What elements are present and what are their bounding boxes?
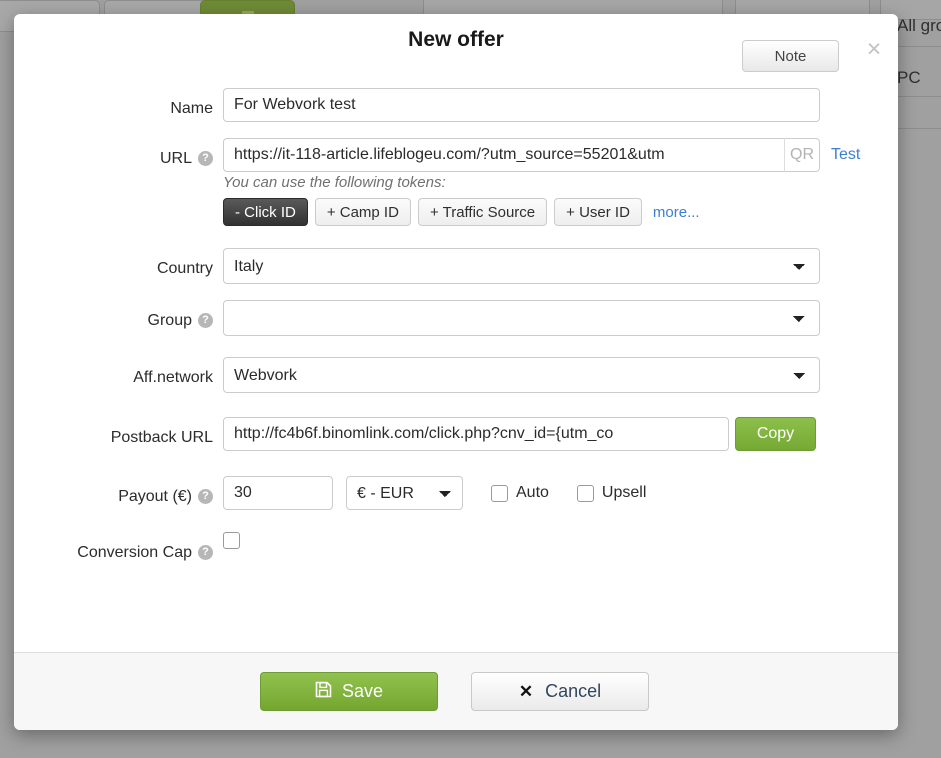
token-button-camp-id[interactable]: + Camp ID — [314, 198, 411, 226]
label-group: Group ? — [14, 300, 223, 334]
form-row-payout: Payout (€) ? € - EUR Auto Upsell — [14, 476, 898, 510]
postback-input-group: Copy — [223, 417, 816, 451]
tokens-hint: You can use the following tokens: — [223, 174, 446, 191]
qr-button[interactable]: QR — [784, 138, 820, 172]
copy-button[interactable]: Copy — [735, 417, 816, 451]
label-conversion-cap-text: Conversion Cap — [77, 543, 192, 561]
token-button-click-id[interactable]: - Click ID — [223, 198, 308, 226]
token-button-traffic-source[interactable]: + Traffic Source — [417, 198, 548, 226]
upsell-checkbox-group[interactable]: Upsell — [576, 484, 647, 502]
label-payout: Payout (€) ? — [14, 476, 223, 510]
floppy-disk-icon — [315, 681, 332, 703]
auto-label: Auto — [516, 484, 549, 501]
name-input[interactable] — [223, 88, 820, 122]
label-postback-url: Postback URL — [110, 428, 213, 446]
label-group-text: Group — [147, 311, 192, 329]
url-input[interactable] — [223, 138, 784, 172]
group-help-icon[interactable]: ? — [198, 313, 213, 328]
token-button-row: - Click ID + Camp ID + Traffic Source + … — [223, 198, 700, 226]
label-conversion-cap: Conversion Cap ? — [14, 532, 223, 566]
group-select[interactable] — [223, 300, 820, 336]
auto-checkbox-group[interactable]: Auto — [491, 484, 549, 502]
country-select[interactable]: Italy — [223, 248, 820, 284]
form-row-country: Country Italy — [14, 248, 898, 284]
note-button[interactable]: Note — [742, 40, 839, 72]
upsell-checkbox[interactable] — [576, 484, 594, 502]
url-input-group: QR — [223, 138, 820, 172]
token-button-user-id[interactable]: + User ID — [554, 198, 642, 226]
form-row-group: Group ? — [14, 300, 898, 336]
cancel-button-label: Cancel — [545, 681, 602, 701]
payout-help-icon[interactable]: ? — [198, 489, 213, 504]
currency-select[interactable]: € - EUR — [346, 476, 463, 510]
background-label-groups: All gro — [897, 16, 941, 35]
conversion-cap-checkbox[interactable] — [223, 532, 240, 549]
modal-header: New offer Note × — [14, 14, 898, 76]
aff-network-select[interactable]: Webvork — [223, 357, 820, 393]
cancel-button[interactable]: ✕ Cancel — [471, 672, 649, 711]
form-row-name: Name — [14, 88, 898, 122]
label-url: URL ? — [14, 138, 223, 172]
new-offer-modal: New offer Note × Name URL ? QR — [14, 14, 898, 730]
modal-footer: Save ✕ Cancel — [14, 652, 898, 730]
form-row-postback-url: Postback URL Copy — [14, 417, 898, 451]
postback-url-input[interactable] — [223, 417, 729, 451]
label-name: Name — [170, 99, 213, 117]
label-aff-network: Aff.network — [133, 368, 213, 386]
form-row-conversion-cap: Conversion Cap ? — [14, 532, 898, 566]
more-tokens-link[interactable]: more... — [653, 204, 700, 221]
label-payout-text: Payout (€) — [118, 487, 192, 505]
x-icon: ✕ — [518, 681, 534, 701]
close-icon[interactable]: × — [861, 36, 887, 62]
upsell-label: Upsell — [601, 484, 647, 501]
label-country: Country — [156, 259, 213, 277]
payout-input[interactable] — [223, 476, 333, 510]
conversion-cap-help-icon[interactable]: ? — [198, 545, 213, 560]
form-row-url: URL ? QR Test You can use the following … — [14, 138, 898, 226]
test-link[interactable]: Test — [831, 146, 860, 164]
modal-body: Name URL ? QR Test You can use the follo — [14, 76, 898, 652]
auto-checkbox[interactable] — [491, 484, 508, 502]
label-url-text: URL — [159, 149, 192, 167]
background-label-pc: PC — [897, 68, 921, 87]
form-row-aff-network: Aff.network Webvork — [14, 357, 898, 393]
url-help-icon[interactable]: ? — [198, 151, 213, 166]
save-button-label: Save — [341, 681, 384, 701]
save-button[interactable]: Save — [260, 672, 438, 711]
